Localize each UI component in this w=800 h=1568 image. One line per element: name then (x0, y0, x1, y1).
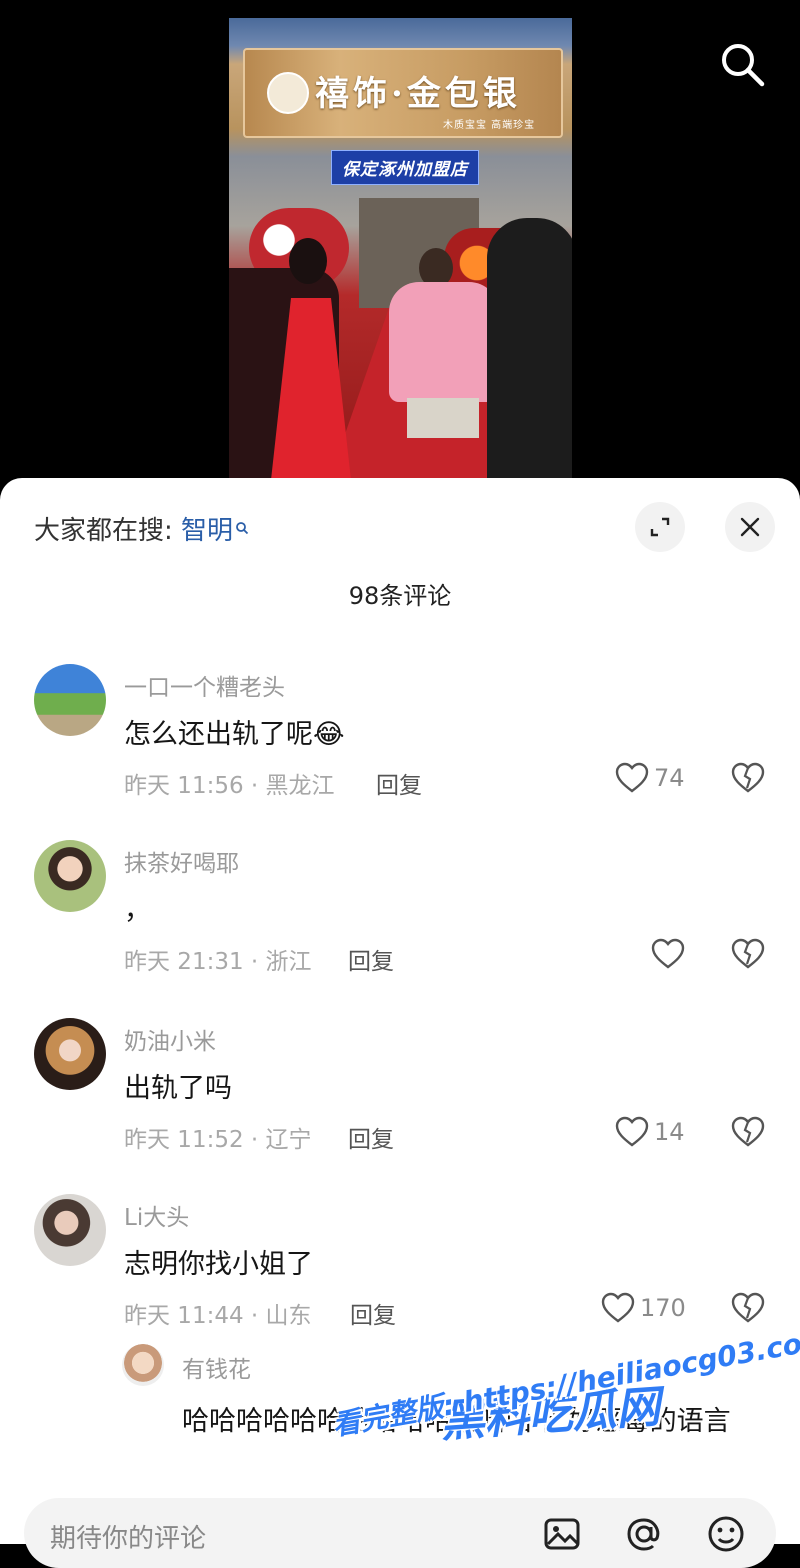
sign-text: 禧饰·金包银 (315, 74, 521, 114)
comment-item: 一口一个糟老头 怎么还出轨了呢😂 昨天 11:56 · 黑龙江 回复 74 (0, 664, 800, 834)
avatar[interactable] (34, 1018, 106, 1090)
heart-icon (601, 1292, 635, 1323)
like-count: 14 (654, 1118, 685, 1146)
mention-icon[interactable] (624, 1514, 664, 1554)
broken-heart-icon (731, 1292, 765, 1323)
hot-search[interactable]: 大家都在搜: 智明 (34, 510, 249, 547)
comment-text: 怎么还出轨了呢😂 (124, 719, 345, 750)
image-icon[interactable] (542, 1514, 582, 1554)
close-button[interactable] (725, 502, 775, 552)
avatar[interactable] (122, 1344, 164, 1386)
heart-icon (615, 762, 649, 793)
comment-text: ， (124, 895, 151, 926)
comment-item: Li大头 志明你找小姐了 昨天 11:44 · 山东 回复 170 (0, 1194, 800, 1364)
hot-search-term[interactable]: 智明 (181, 516, 233, 546)
comment-text: 出轨了吗 (124, 1073, 232, 1104)
like-count: 170 (640, 1294, 686, 1322)
search-icon[interactable] (718, 40, 766, 88)
heart-icon (651, 938, 685, 969)
man-in-black (487, 218, 572, 480)
comment-meta: 昨天 11:56 · 黑龙江 (124, 773, 335, 799)
reply-button[interactable]: 回复 (350, 1296, 396, 1330)
reply-button[interactable]: 回复 (348, 942, 394, 976)
store-banner: 保定涿州加盟店 (331, 150, 479, 185)
comment-text: 志明你找小姐了 (124, 1249, 313, 1280)
dislike-button[interactable] (730, 1290, 766, 1326)
comment-item: 奶油小米 出轨了吗 昨天 11:52 · 辽宁 回复 14 (0, 1018, 800, 1188)
avatar[interactable] (34, 664, 106, 736)
heart-icon (615, 1116, 649, 1147)
comment-username[interactable]: 抹茶好喝耶 (124, 844, 239, 878)
reply-button[interactable]: 回复 (348, 1120, 394, 1154)
avatar[interactable] (34, 840, 106, 912)
expand-icon (650, 517, 670, 537)
man-in-pink-shirt (389, 248, 499, 480)
dislike-button[interactable] (730, 936, 766, 972)
like-button[interactable]: 74 (614, 760, 685, 796)
woman-in-red-dress (265, 238, 355, 480)
small-search-icon (235, 512, 249, 542)
comment-username[interactable]: 奶油小米 (124, 1022, 216, 1056)
comment-username[interactable]: Li大头 (124, 1198, 189, 1232)
reply-username[interactable]: 有钱花 (182, 1350, 251, 1384)
comment-meta: 昨天 11:52 · 辽宁 (124, 1127, 312, 1153)
hot-search-label: 大家都在搜: (34, 516, 182, 546)
video-frame[interactable]: 禧饰·金包银 木质宝宝 高端珍宝 保定涿州加盟店 (229, 18, 572, 480)
like-button[interactable]: 170 (600, 1290, 686, 1326)
broken-heart-icon (731, 762, 765, 793)
store-logo (267, 72, 309, 114)
sign-subtext: 木质宝宝 高端珍宝 (443, 120, 536, 131)
close-icon (740, 517, 760, 537)
comment-item: 抹茶好喝耶 ， 昨天 21:31 · 浙江 回复 (0, 840, 800, 1010)
avatar[interactable] (34, 1194, 106, 1266)
like-count: 74 (654, 764, 685, 792)
emoji-icon[interactable] (706, 1514, 746, 1554)
expand-button[interactable] (635, 502, 685, 552)
broken-heart-icon (731, 1116, 765, 1147)
store-sign: 禧饰·金包银 木质宝宝 高端珍宝 (243, 48, 563, 138)
comment-input-placeholder: 期待你的评论 (50, 1524, 207, 1554)
comment-meta: 昨天 11:44 · 山东 (124, 1303, 312, 1329)
comment-input[interactable]: 期待你的评论 (24, 1498, 776, 1568)
like-button[interactable]: 14 (614, 1114, 685, 1150)
broken-heart-icon (731, 938, 765, 969)
comment-count: 98条评论 (348, 582, 452, 610)
reply-button[interactable]: 回复 (376, 766, 422, 800)
dislike-button[interactable] (730, 760, 766, 796)
comment-sheet: 大家都在搜: 智明 98条评论 一口一个糟老头 怎么还出轨了呢😂 昨天 11:5… (0, 478, 800, 1544)
like-button[interactable] (650, 936, 690, 972)
dislike-button[interactable] (730, 1114, 766, 1150)
comment-username[interactable]: 一口一个糟老头 (124, 668, 285, 702)
comment-meta: 昨天 21:31 · 浙江 (124, 949, 312, 975)
